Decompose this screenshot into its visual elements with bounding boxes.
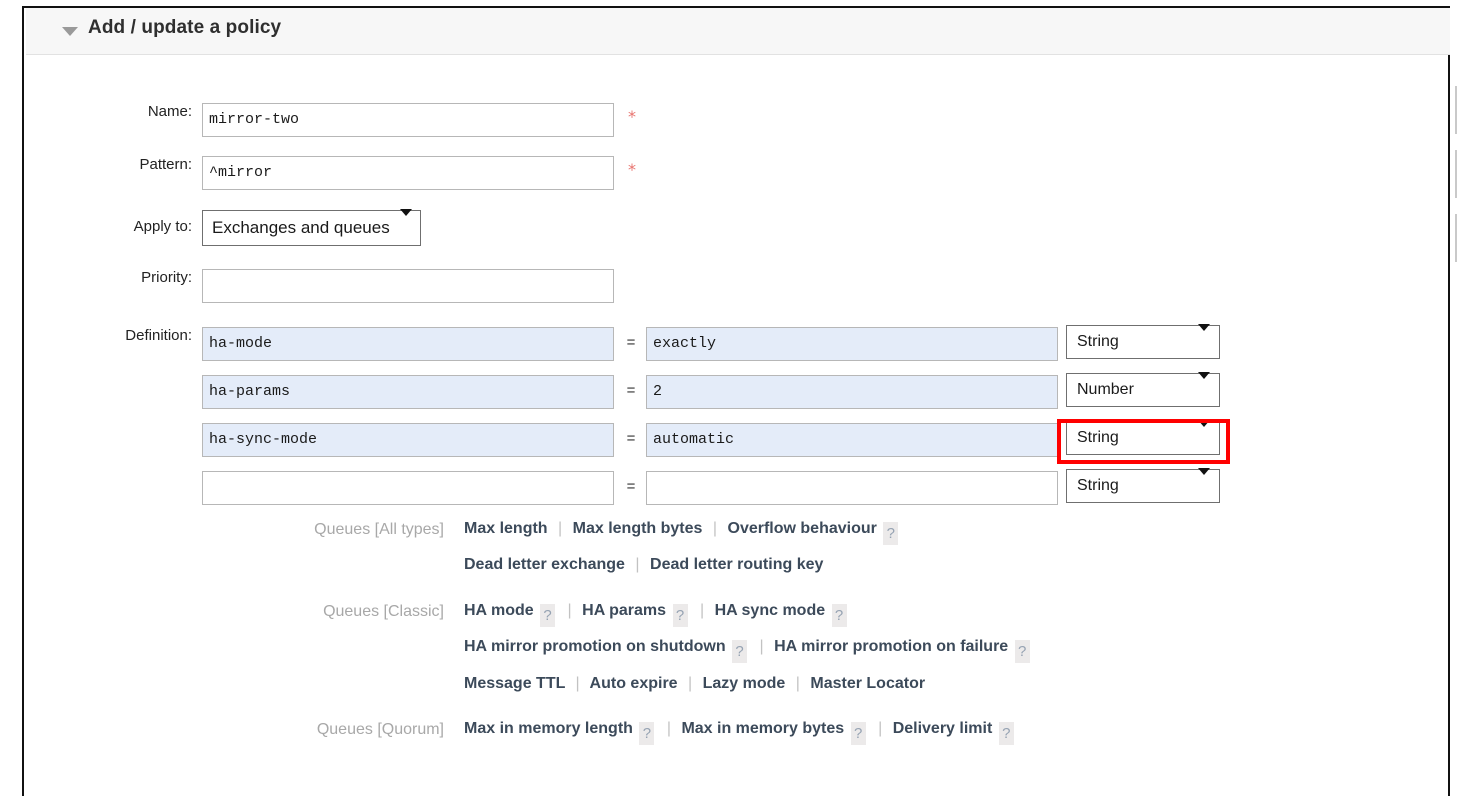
link-max-in-memory-length[interactable]: Max in memory length bbox=[464, 720, 633, 737]
link-dead-letter-exchange[interactable]: Dead letter exchange bbox=[464, 556, 625, 573]
group-label-classic: Queues [Classic] bbox=[323, 603, 444, 620]
shortcut-line-all-types-1: Dead letter exchange | Dead letter routi… bbox=[464, 556, 823, 574]
policy-panel: Add / update a policy Name: mirror-two *… bbox=[22, 6, 1450, 796]
link-lazy-mode[interactable]: Lazy mode bbox=[703, 675, 786, 692]
policy-form-screen: Add / update a policy Name: mirror-two *… bbox=[0, 0, 1459, 796]
link-overflow-behaviour[interactable]: Overflow behaviour bbox=[728, 520, 877, 537]
definition-type-select[interactable]: String bbox=[1066, 420, 1220, 455]
definition-type-value: Number bbox=[1077, 381, 1134, 398]
help-icon[interactable]: ? bbox=[998, 722, 1014, 745]
definition-type-select[interactable]: Number bbox=[1066, 372, 1220, 407]
definition-type-value: String bbox=[1077, 333, 1119, 350]
link-master-locator[interactable]: Master Locator bbox=[810, 675, 925, 692]
definition-key-input[interactable]: ha-params bbox=[202, 375, 614, 409]
definition-type-value: String bbox=[1077, 429, 1119, 446]
shortcut-line-quorum-0: Max in memory length ? | Max in memory b… bbox=[464, 720, 1016, 745]
help-icon[interactable]: ? bbox=[639, 722, 655, 745]
link-separator: | bbox=[699, 602, 705, 619]
equals-separator: = bbox=[626, 479, 636, 496]
apply-to-selected-value: Exchanges and queues bbox=[212, 218, 390, 237]
link-separator: | bbox=[759, 638, 764, 655]
link-ha-mirror-promotion-on-shutdown[interactable]: HA mirror promotion on shutdown bbox=[464, 638, 726, 655]
label-apply-to: Apply to: bbox=[133, 218, 192, 235]
definition-row-1: ha-params = 2 Number bbox=[24, 372, 1450, 409]
definition-type-select[interactable]: String bbox=[1066, 468, 1220, 503]
label-pattern: Pattern: bbox=[139, 156, 192, 173]
pattern-input[interactable]: ^mirror bbox=[202, 156, 614, 190]
definition-row-0: ha-mode = exactly String bbox=[24, 324, 1450, 361]
link-separator: | bbox=[878, 720, 883, 737]
panel-header[interactable]: Add / update a policy bbox=[26, 8, 1450, 55]
offscreen-field-edge-3 bbox=[1455, 214, 1457, 262]
link-max-in-memory-bytes[interactable]: Max in memory bytes bbox=[681, 720, 844, 737]
link-separator: | bbox=[688, 675, 693, 692]
label-priority: Priority: bbox=[141, 269, 192, 286]
help-icon[interactable]: ? bbox=[1014, 640, 1030, 663]
shortcut-line-all-types-0: Max length | Max length bytes | Overflow… bbox=[464, 520, 900, 545]
help-icon[interactable]: ? bbox=[883, 522, 899, 545]
definition-value-input[interactable]: 2 bbox=[646, 375, 1058, 409]
definition-value-input[interactable] bbox=[646, 471, 1058, 505]
required-marker-name: * bbox=[628, 107, 636, 126]
link-max-length[interactable]: Max length bbox=[464, 520, 548, 537]
equals-separator: = bbox=[626, 383, 636, 400]
link-message-ttl[interactable]: Message TTL bbox=[464, 675, 565, 692]
definition-row-3: = String bbox=[24, 468, 1450, 505]
link-separator: | bbox=[575, 675, 580, 692]
link-separator: | bbox=[795, 675, 800, 692]
link-separator: | bbox=[666, 720, 671, 737]
definition-value-input[interactable]: automatic bbox=[646, 423, 1058, 457]
equals-separator: = bbox=[626, 431, 636, 448]
group-label-all-types: Queues [All types] bbox=[314, 521, 444, 538]
page-title: Add / update a policy bbox=[88, 17, 282, 38]
link-delivery-limit[interactable]: Delivery limit bbox=[893, 720, 993, 737]
link-dead-letter-routing-key[interactable]: Dead letter routing key bbox=[650, 556, 823, 573]
link-ha-params[interactable]: HA params bbox=[582, 602, 666, 619]
definition-value-input[interactable]: exactly bbox=[646, 327, 1058, 361]
definition-row-2: ha-sync-mode = automatic String bbox=[24, 420, 1450, 457]
offscreen-field-edge-2 bbox=[1455, 150, 1457, 198]
group-label-quorum: Queues [Quorum] bbox=[316, 721, 444, 738]
link-ha-mode[interactable]: HA mode bbox=[464, 602, 534, 619]
shortcut-line-classic-0: HA mode ? | HA params ? | HA sync mode ? bbox=[464, 602, 849, 627]
required-marker-pattern: * bbox=[628, 160, 636, 179]
help-icon[interactable]: ? bbox=[672, 604, 688, 627]
link-ha-sync-mode[interactable]: HA sync mode bbox=[715, 602, 826, 619]
link-separator: | bbox=[712, 520, 718, 537]
help-icon[interactable]: ? bbox=[850, 722, 866, 745]
definition-key-input[interactable]: ha-sync-mode bbox=[202, 423, 614, 457]
help-icon[interactable]: ? bbox=[831, 604, 847, 627]
definition-type-select[interactable]: String bbox=[1066, 324, 1220, 359]
shortcut-line-classic-2: Message TTL | Auto expire | Lazy mode | … bbox=[464, 675, 925, 693]
link-auto-expire[interactable]: Auto expire bbox=[590, 675, 678, 692]
help-icon[interactable]: ? bbox=[732, 640, 748, 663]
link-max-length-bytes[interactable]: Max length bytes bbox=[573, 520, 703, 537]
help-icon[interactable]: ? bbox=[540, 604, 556, 627]
triangle-down-icon[interactable] bbox=[62, 27, 78, 36]
shortcut-line-classic-1: HA mirror promotion on shutdown ? | HA m… bbox=[464, 638, 1032, 663]
definition-key-input[interactable]: ha-mode bbox=[202, 327, 614, 361]
link-ha-mirror-promotion-on-failure[interactable]: HA mirror promotion on failure bbox=[774, 638, 1008, 655]
link-separator: | bbox=[567, 602, 572, 619]
label-name: Name: bbox=[147, 103, 192, 120]
link-separator: | bbox=[635, 556, 640, 573]
name-input[interactable]: mirror-two bbox=[202, 103, 614, 137]
definition-key-input[interactable] bbox=[202, 471, 614, 505]
definition-type-value: String bbox=[1077, 477, 1119, 494]
equals-separator: = bbox=[626, 335, 636, 352]
offscreen-field-edge-1 bbox=[1455, 86, 1457, 134]
link-separator: | bbox=[558, 520, 563, 537]
apply-to-select[interactable]: Exchanges and queues bbox=[202, 209, 421, 246]
priority-input[interactable] bbox=[202, 269, 614, 303]
